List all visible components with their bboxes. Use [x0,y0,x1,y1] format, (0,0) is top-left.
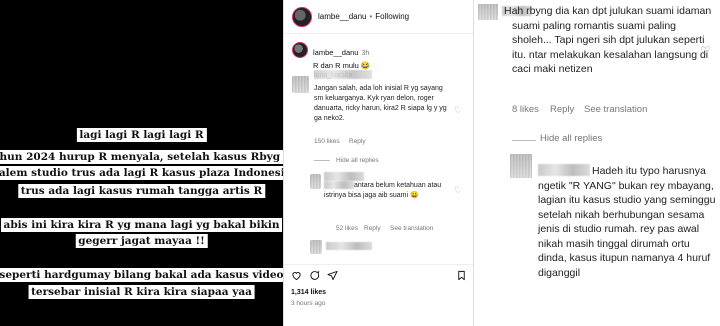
comment-likes[interactable]: 150 likes [314,138,340,145]
avatar[interactable] [292,76,309,93]
bookmark-icon[interactable] [456,270,467,281]
post-caption: lambe__danu 3h R dan R mulu 😂 [292,42,468,70]
reply-button[interactable]: Reply [364,225,381,232]
comment-likes[interactable]: 8 likes [512,104,539,115]
post-time: 3 hours ago [291,300,326,307]
share-icon[interactable] [327,270,338,281]
hide-replies-button[interactable]: Hide all replies [540,133,602,144]
post-header: lambe__danu • Following [284,0,473,34]
censor-blur [314,70,372,79]
zoomed-comments-panel: Hah rbyng dia kan dpt julukan suami idam… [473,0,720,326]
avatar[interactable] [292,42,308,58]
reply-button[interactable]: Reply [349,138,366,145]
caption-text: R dan R mulu 😂 [313,61,371,70]
hide-replies-button[interactable]: Hide all replies [336,157,379,164]
story-panel: lagi lagi R lagi lagi R tahun 2024 hurup… [0,0,299,326]
likes-count[interactable]: 1,314 likes [291,289,326,296]
divider [314,160,330,161]
post-actions-bar: 1,314 likes 3 hours ago [284,264,473,324]
story-text-line: seperti hardgumay bilang bakal ada kasus… [0,268,287,282]
censor-blur [324,172,364,181]
comment-likes[interactable]: 52 likes [336,225,358,232]
heart-icon[interactable] [291,270,302,281]
story-text-line: tahun 2024 hurup R menyala, setelah kasu… [0,150,299,164]
story-text-line: lagi lagi R lagi lagi R [76,128,207,142]
story-text-line: tersebar inisial R kira kira siapaa yaa [28,285,255,299]
avatar[interactable] [510,154,532,178]
following-button[interactable]: Following [375,12,409,21]
comment-text: Jangan salah, ada loh inisial R yg sayan… [314,85,447,122]
see-translation-button[interactable]: See translation [390,225,433,232]
censor-blur [324,181,354,189]
avatar[interactable] [292,6,312,27]
heart-icon[interactable]: ♡ [700,44,711,58]
heart-icon[interactable]: ♡ [700,196,711,210]
story-text-line: abis ini kira kira R yg mana lagi yg bak… [0,218,283,232]
comment-icon[interactable] [309,270,320,281]
instagram-post-panel: lambe__danu • Following lambe__danu 3h R … [283,0,473,326]
avatar[interactable] [310,174,321,189]
story-text-line: dalem studio trus ada lagi R kasus plaza… [0,166,295,180]
divider [512,140,536,141]
comment-text: Hah rbyng dia kan dpt julukan suami idam… [504,5,712,75]
caption-username[interactable]: lambe__danu [313,48,358,57]
separator-dot: • [369,12,373,21]
avatar[interactable] [310,240,322,254]
heart-icon[interactable]: ♡ [454,106,463,115]
story-text-line: gegerr jagat mayaa !! [75,234,208,248]
heart-icon[interactable]: ♡ [454,186,463,195]
see-translation-button[interactable]: See translation [584,104,647,115]
censor-blur [326,242,372,250]
caption-time: 3h [361,50,370,57]
post-username[interactable]: lambe__danu [318,12,366,21]
story-text-line: trus ada lagi kasus rumah tangga artis R [17,184,266,198]
reply-button[interactable]: Reply [550,104,574,115]
avatar[interactable] [478,4,498,20]
comment-text: Hadeh itu typo harusnya ngetik "R YANG" … [538,165,716,279]
